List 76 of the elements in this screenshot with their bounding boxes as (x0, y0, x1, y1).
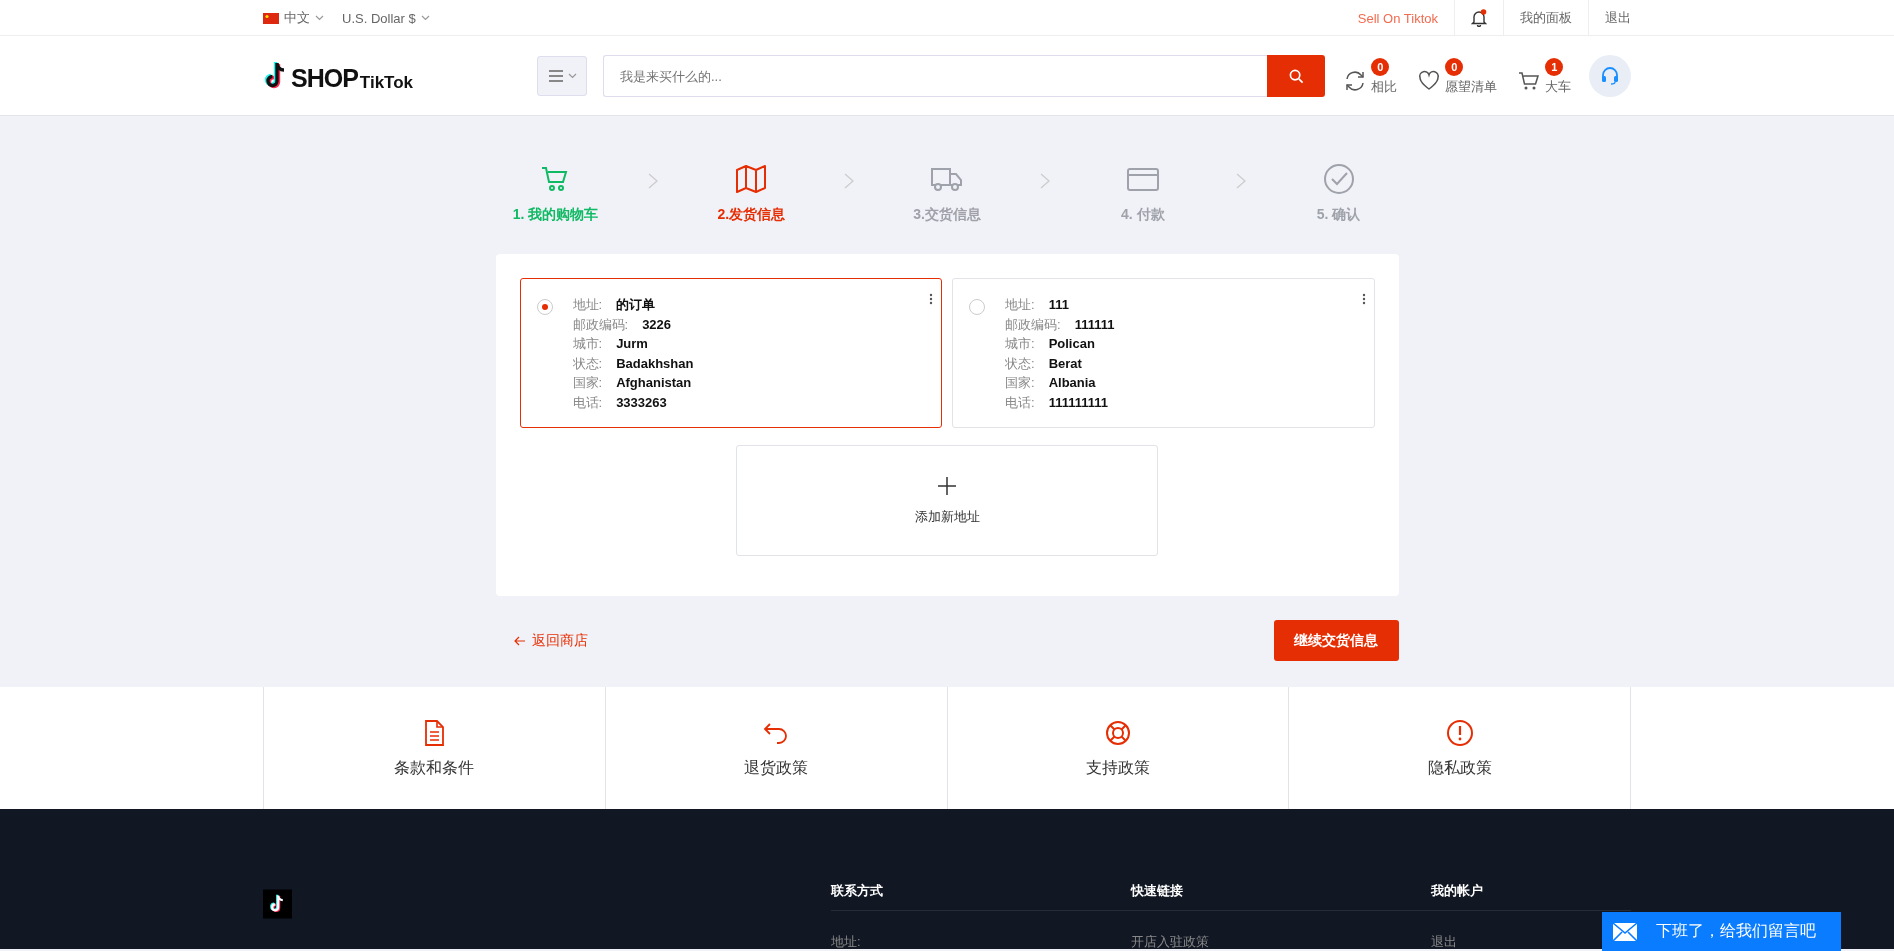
field-label: 地址: (1005, 297, 1035, 314)
arrow-left-icon (513, 635, 526, 646)
field-value: 111111 (1074, 316, 1115, 333)
field-label: 国家: (1005, 375, 1035, 392)
field-value: Polican (1048, 336, 1095, 353)
field-value: Badakhshan (616, 355, 694, 372)
field-value: Berat (1048, 355, 1082, 372)
field-value: Albania (1048, 375, 1096, 392)
map-icon (734, 162, 769, 196)
header-action-link[interactable]: 1 大车 (1517, 59, 1572, 93)
count-badge: 1 (1545, 57, 1564, 76)
caret-icon (420, 15, 430, 21)
chevron-icon (1038, 172, 1051, 190)
heart-icon (1417, 68, 1442, 93)
chevron-icon (1234, 172, 1247, 190)
chevron-icon (843, 172, 856, 190)
field-label: 电话: (572, 394, 603, 411)
step-label: 1. 我的购物车 (512, 206, 599, 224)
field-value: 111 (1048, 297, 1069, 314)
field-value: Jurm (616, 336, 648, 353)
more-icon (1361, 293, 1366, 305)
field-label: 国家: (572, 375, 603, 392)
check-circle-icon (1321, 162, 1356, 196)
headset-icon (1600, 66, 1621, 86)
flag-icon (263, 12, 279, 24)
count-badge: 0 (1445, 57, 1464, 76)
language-selector[interactable]: 中文 (263, 9, 324, 27)
back-link[interactable]: 返回商店 (513, 631, 588, 650)
step-label: 3.交货信息 (913, 206, 981, 224)
footer-link[interactable]: 地址: (831, 933, 861, 951)
plus-icon (937, 475, 957, 496)
field-label: 状态: (572, 355, 603, 372)
footer-heading: 我的帐户 (1431, 882, 1631, 911)
more-icon (929, 293, 933, 305)
menu-icon (547, 70, 564, 82)
alert-circle-icon (1444, 717, 1475, 748)
address-card[interactable]: 地址: 111 邮政编码: 111111 城市: Polican 状态: Berat 国家: Albania 电话: 111111111 (952, 278, 1375, 428)
search-button[interactable] (1267, 55, 1326, 97)
caret-icon (315, 15, 324, 21)
field-label: 状态: (1005, 355, 1035, 372)
footer-link[interactable]: 退出 (1431, 933, 1457, 951)
logo-text: TikTok (359, 74, 414, 91)
field-label: 城市: (572, 336, 603, 353)
field-value: 3226 (642, 316, 672, 333)
field-label: 城市: (1005, 336, 1035, 353)
field-value: 的订单 (616, 297, 656, 314)
continue-button[interactable]: 继续交货信息 (1273, 620, 1399, 661)
count-badge: 0 (1371, 57, 1390, 76)
chat-text: 下班了，给我们留言吧 (1656, 921, 1816, 941)
header-action-link[interactable]: 0 相比 (1343, 59, 1398, 93)
support-button[interactable] (1589, 55, 1631, 97)
footer-heading: 联系方式 (831, 882, 1131, 911)
field-label: 邮政编码: (572, 316, 629, 333)
caret-icon (567, 73, 577, 79)
field-label: 地址: (572, 297, 603, 314)
add-address-button[interactable]: 添加新地址 (736, 445, 1158, 556)
search-icon (1288, 68, 1304, 84)
footer-heading: 快速链接 (1131, 882, 1431, 911)
field-value: 111111111 (1048, 394, 1108, 411)
address-card[interactable]: 地址: 的订单 邮政编码: 3226 城市: Jurm 状态: Badakhshan 国家: Afghanistan 电话: 3333263 (519, 278, 942, 428)
step-label: 2.发货信息 (717, 206, 786, 224)
field-value: Afghanistan (616, 375, 692, 392)
header-action-link[interactable]: 0 愿望清单 (1417, 59, 1498, 93)
currency-selector[interactable]: U.S. Dollar $ (342, 10, 430, 26)
step-label: 4. 付款 (1120, 206, 1165, 224)
envelope-icon (1612, 921, 1638, 942)
menu-button[interactable] (537, 56, 587, 96)
search-field[interactable]: 我是来买什么的... (603, 55, 1268, 97)
chevron-icon (647, 172, 660, 190)
field-value: 3333263 (616, 394, 667, 411)
footer-link[interactable]: 开店入驻政策 (1131, 933, 1209, 951)
field-label: 邮政编码: (1005, 316, 1061, 333)
logo-text: SHOP (291, 66, 358, 91)
step-label: 5. 确认 (1316, 206, 1361, 224)
chat-widget[interactable]: 下班了，给我们留言吧 (1602, 912, 1841, 951)
field-label: 电话: (1005, 394, 1035, 411)
